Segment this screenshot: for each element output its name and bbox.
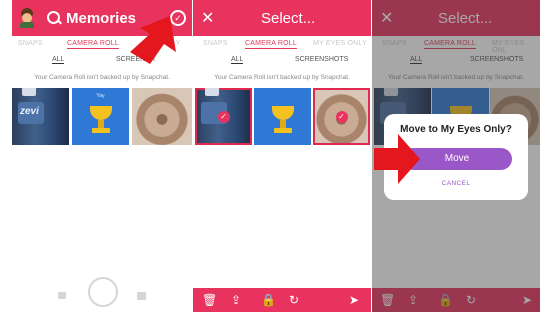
tab-camera-roll[interactable]: CAMERA ROLL	[67, 40, 119, 49]
lock-icon[interactable]: 🔒	[261, 293, 276, 307]
trash-icon[interactable]: 🗑	[202, 293, 217, 307]
thumbnail-bottle-selected[interactable]: ✓	[195, 88, 252, 145]
subtab-screenshots[interactable]: SCREENSH	[116, 56, 155, 63]
trophy-stem	[280, 120, 286, 128]
thumbnail-trophy[interactable]: Yay	[72, 88, 129, 145]
memories-icon[interactable]	[137, 292, 146, 300]
share-icon[interactable]: ⇪	[231, 293, 241, 307]
gallery-icon[interactable]	[58, 292, 66, 299]
cancel-button[interactable]: CANCEL	[384, 180, 528, 187]
thumbnail-trophy[interactable]	[254, 88, 311, 145]
select-header: ✕ Select...	[193, 0, 371, 36]
check-circle-icon[interactable]: ✓	[170, 10, 186, 26]
trophy-base	[92, 128, 110, 133]
tab-camera-roll[interactable]: CAMERA ROLL	[245, 40, 297, 49]
page-title: Select...	[261, 10, 316, 27]
refresh-icon[interactable]: ↻	[289, 293, 299, 307]
thumbnail-donut-selected[interactable]: ✓	[313, 88, 370, 145]
memories-subtabs: ALL SCREENSH	[12, 56, 192, 68]
send-icon[interactable]: ➤	[349, 293, 359, 307]
backup-note: Your Camera Roll isn't backed up by Snap…	[34, 74, 170, 81]
backup-note: Your Camera Roll isn't backed up by Snap…	[214, 74, 350, 81]
selected-check-icon: ✓	[335, 110, 348, 123]
trophy-cup	[272, 106, 294, 120]
subtab-all[interactable]: ALL	[231, 56, 244, 64]
trophy-cup	[90, 106, 112, 120]
select-tabs: SNAPS CAMERA ROLL MY EYES ONLY	[193, 36, 371, 52]
tab-my-eyes-only[interactable]: MY EYES ONLY	[313, 40, 367, 47]
memories-tabs: SNAPS CAMERA ROLL LY	[12, 36, 192, 52]
trophy-stem	[98, 120, 104, 128]
subtab-screenshots[interactable]: SCREENSHOTS	[295, 56, 348, 63]
close-icon[interactable]: ✕	[201, 8, 214, 28]
dialog-title: Move to My Eyes Only?	[400, 124, 512, 135]
tab-snaps[interactable]: SNAPS	[203, 40, 228, 47]
select-panel: ✕ Select... SNAPS CAMERA ROLL MY EYES ON…	[193, 0, 371, 312]
tab-snaps[interactable]: SNAPS	[18, 40, 43, 47]
selection-action-bar: 🗑 ⇪ 🔒 ↻ ➤	[193, 288, 371, 312]
capture-button[interactable]	[88, 277, 118, 307]
bitmoji-icon[interactable]	[18, 8, 36, 28]
trophy-base	[274, 128, 292, 133]
select-subtabs: ALL SCREENSHOTS	[193, 56, 371, 68]
tab-my-eyes-only[interactable]: LY	[172, 40, 180, 47]
subtab-all[interactable]: ALL	[52, 56, 65, 64]
move-button[interactable]: Move	[402, 148, 512, 170]
bottle-cap	[22, 88, 36, 96]
memories-header: Memories ✓	[12, 0, 192, 36]
bottle-cap	[205, 88, 219, 96]
move-dialog-panel: ✕ Select... SNAPS CAMERA ROLL MY EYES ON…	[372, 0, 540, 312]
bottle-brand-text: zevi	[20, 106, 39, 117]
thumbnail-bottle[interactable]: zevi	[12, 88, 69, 145]
page-title: Memories	[66, 10, 137, 27]
trophy-caption: Yay	[96, 93, 105, 99]
selected-check-icon: ✓	[217, 110, 230, 123]
memories-panel: Memories ✓ SNAPS CAMERA ROLL LY ALL SCRE…	[12, 0, 192, 312]
move-dialog: Move to My Eyes Only? Move CANCEL	[384, 114, 528, 200]
search-icon-handle	[57, 19, 62, 25]
thumbnail-donut[interactable]	[132, 88, 192, 145]
